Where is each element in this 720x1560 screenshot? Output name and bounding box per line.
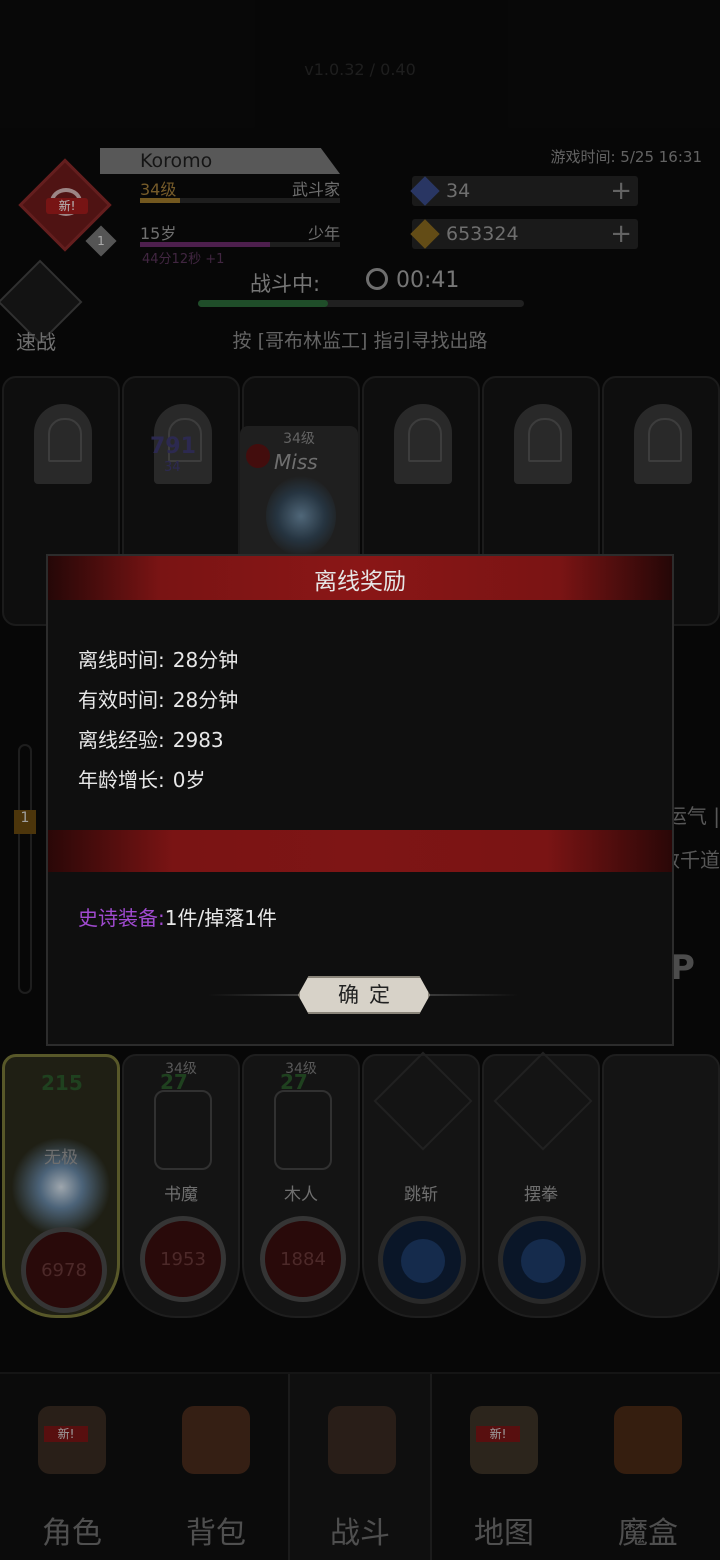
row-key: 离线时间: — [78, 648, 165, 672]
section-divider-bar — [48, 830, 672, 872]
row-key: 有效时间: — [78, 688, 165, 712]
row-value: 28分钟 — [172, 688, 239, 712]
age-growth-row: 年龄增长: 0岁 — [78, 764, 205, 793]
dialog-title-bar: 离线奖励 — [48, 556, 672, 600]
epic-key: 史诗装备: — [78, 906, 165, 930]
epic-equipment-row: 史诗装备:1件/掉落1件 — [78, 902, 277, 931]
offline-reward-dialog: 离线奖励 离线时间: 28分钟 有效时间: 28分钟 离线经验: 2983 年龄增长:… — [46, 554, 674, 1046]
row-value: 0岁 — [172, 768, 206, 792]
epic-value: 1件/掉落1件 — [164, 906, 277, 930]
row-value: 28分钟 — [172, 648, 239, 672]
row-key: 年龄增长: — [78, 768, 165, 792]
confirm-button[interactable]: 确定 — [298, 976, 430, 1014]
row-value: 2983 — [172, 728, 224, 752]
effective-time-row: 有效时间: 28分钟 — [78, 684, 238, 713]
row-key: 离线经验: — [78, 728, 165, 752]
offline-time-row: 离线时间: 28分钟 — [78, 644, 238, 673]
offline-exp-row: 离线经验: 2983 — [78, 724, 224, 753]
dialog-title: 离线奖励 — [314, 569, 406, 595]
